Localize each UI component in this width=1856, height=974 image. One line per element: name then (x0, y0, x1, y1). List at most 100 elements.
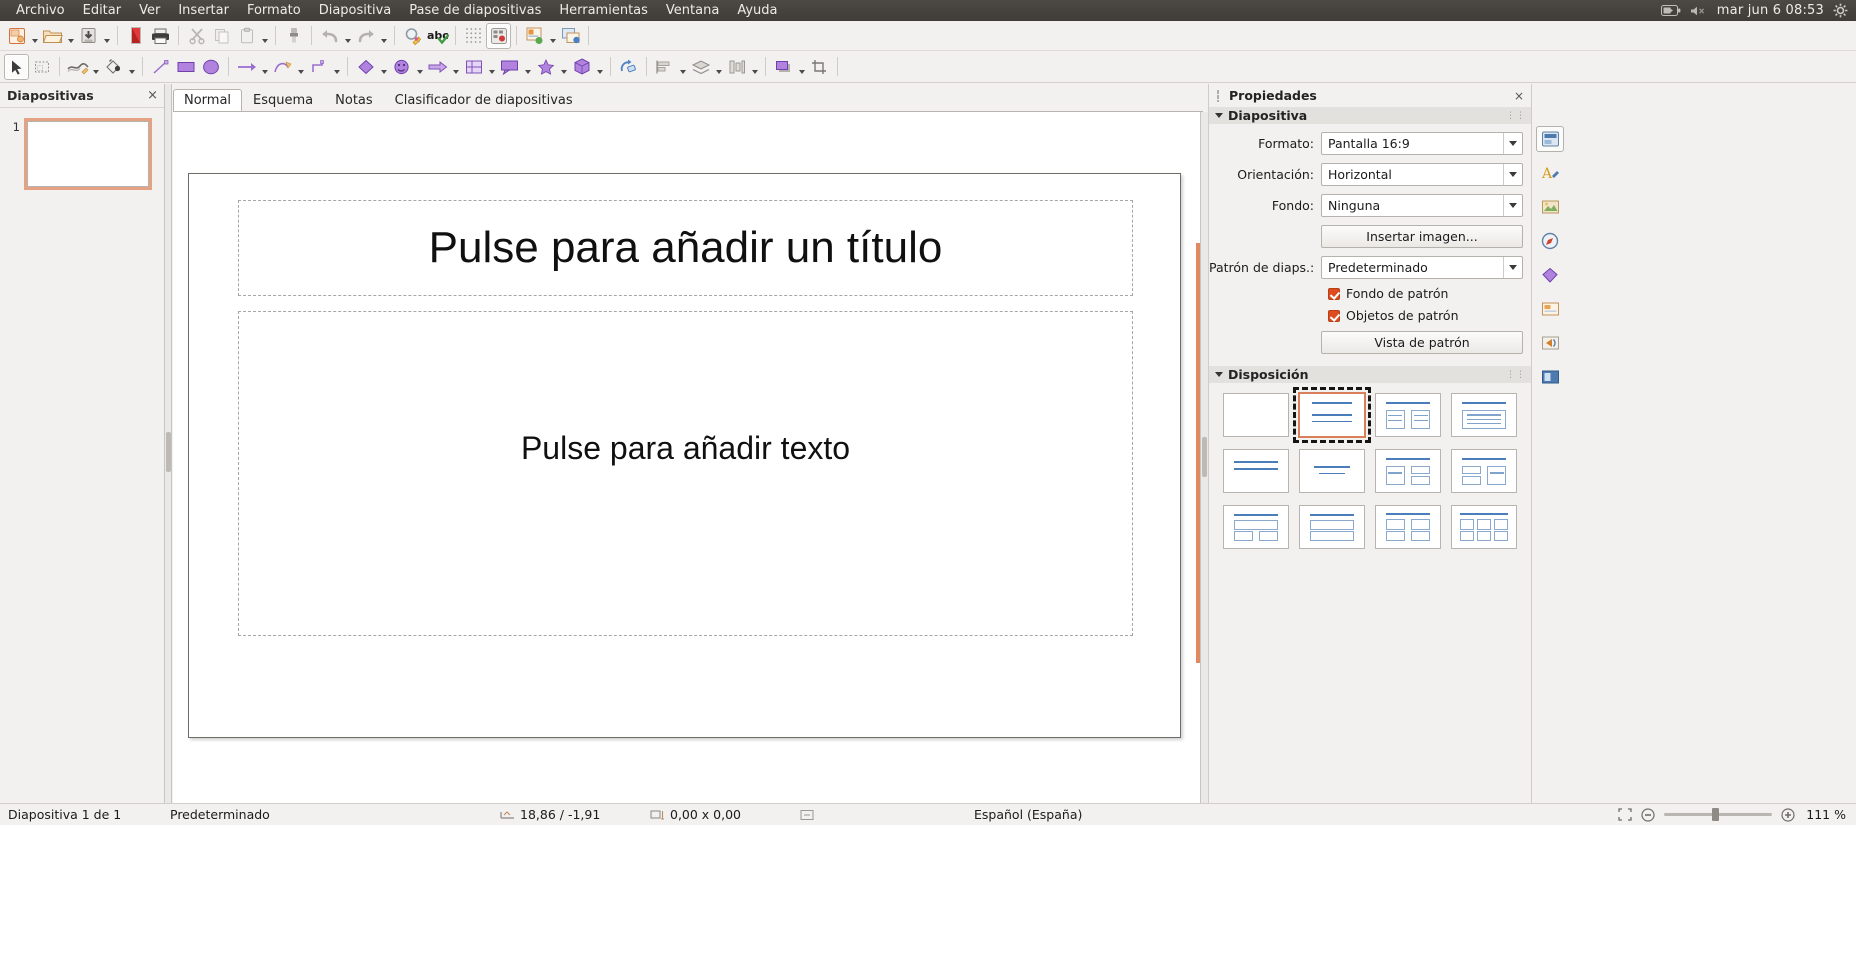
list-item[interactable]: 1 (8, 118, 164, 190)
chevron-down-icon[interactable] (1503, 257, 1522, 278)
layout-centered-text[interactable] (1223, 449, 1289, 493)
pdf-icon[interactable] (123, 23, 148, 49)
basic-shapes-icon[interactable] (353, 54, 378, 80)
layout-title-centered[interactable] (1299, 449, 1365, 493)
grid-dots-icon[interactable] (461, 23, 486, 49)
new-presentation-icon[interactable] (4, 23, 29, 49)
3d-objects-dropdown[interactable] (594, 54, 605, 80)
align-icon[interactable] (652, 54, 677, 80)
shapes-panel-icon[interactable] (1536, 262, 1564, 288)
insert-image-button[interactable]: Insertar imagen... (1321, 225, 1523, 248)
callouts-dropdown[interactable] (522, 54, 533, 80)
checkbox-checked-icon[interactable] (1328, 309, 1340, 322)
layout-four-content[interactable] (1375, 505, 1441, 549)
folder-open-icon[interactable] (40, 23, 65, 49)
redo-dropdown[interactable] (378, 23, 389, 49)
rectangle-icon[interactable] (173, 54, 198, 80)
layout-two-content-left-split[interactable] (1451, 449, 1517, 493)
volume-muted-icon[interactable] (1690, 5, 1708, 17)
zoom-rect-icon[interactable]: ⬚ (29, 54, 54, 80)
chevron-down-icon[interactable] (1503, 195, 1522, 216)
line-icon[interactable] (148, 54, 173, 80)
paintbrush-icon[interactable] (281, 23, 306, 49)
slide-transition-icon[interactable] (1536, 364, 1564, 390)
line-style-icon[interactable] (65, 54, 90, 80)
zoom-in-button[interactable] (1781, 807, 1795, 822)
layout-stacked-rows[interactable] (1299, 505, 1365, 549)
smiley-shape-icon[interactable] (389, 54, 414, 80)
line-style-dropdown[interactable] (90, 54, 101, 80)
block-arrow-icon[interactable] (425, 54, 450, 80)
tab-normal[interactable]: Normal (173, 89, 243, 112)
undo-arrow-icon[interactable] (317, 23, 342, 49)
system-gear-icon[interactable] (1833, 3, 1848, 18)
layout-six-content[interactable] (1451, 505, 1517, 549)
layout-two-content-right-split[interactable] (1375, 449, 1441, 493)
layout-content-over-two[interactable] (1223, 505, 1289, 549)
sidebar-grip-icon[interactable] (1215, 89, 1222, 103)
zoom-percentage[interactable]: 111 % (1804, 807, 1846, 822)
menu-herramientas[interactable]: Herramientas (550, 0, 657, 21)
redo-arrow-icon[interactable] (353, 23, 378, 49)
sidebar-close-icon[interactable]: × (1514, 89, 1527, 103)
layout-title-only[interactable] (1451, 393, 1517, 437)
menu-ventana[interactable]: Ventana (657, 0, 728, 21)
curve-icon[interactable] (270, 54, 295, 80)
slide-grid-icon[interactable] (486, 22, 511, 49)
paste-dropdown[interactable] (259, 23, 270, 49)
distribute-columns-icon[interactable] (724, 54, 749, 80)
distribute-dropdown[interactable] (749, 54, 760, 80)
fill-bucket-icon[interactable] (101, 54, 126, 80)
copy-icon[interactable] (209, 23, 234, 49)
status-master-name[interactable]: Predeterminado (170, 807, 500, 822)
animation-icon[interactable] (1536, 330, 1564, 356)
basic-shapes-dropdown[interactable] (378, 54, 389, 80)
status-language[interactable]: Español (España) (974, 807, 1082, 822)
magnifier-pencil-icon[interactable] (400, 23, 425, 49)
content-placeholder[interactable]: Pulse para añadir texto (238, 311, 1133, 636)
shadow-icon[interactable] (771, 54, 796, 80)
clock[interactable]: mar jun 6 08:53 (1717, 3, 1824, 18)
gallery-icon[interactable] (1536, 194, 1564, 220)
layout-blank[interactable] (1223, 393, 1289, 437)
splitter-grip-right[interactable] (1202, 437, 1207, 477)
scissors-icon[interactable] (184, 23, 209, 49)
master-view-button[interactable]: Vista de patrón (1321, 331, 1523, 354)
layout-title-content[interactable] (1293, 387, 1371, 443)
chevron-down-icon[interactable] (1503, 164, 1522, 185)
master-objects-checkbox-row[interactable]: Objetos de patrón (1209, 308, 1531, 323)
cube-3d-icon[interactable] (569, 54, 594, 80)
slide-format-combo[interactable]: Pantalla 16:9 (1321, 132, 1523, 155)
master-slides-icon[interactable] (1536, 296, 1564, 322)
block-arrows-dropdown[interactable] (450, 54, 461, 80)
star-shape-icon[interactable] (533, 54, 558, 80)
battery-icon[interactable] (1660, 5, 1681, 16)
open-dropdown[interactable] (65, 23, 76, 49)
tab-esquema[interactable]: Esquema (242, 89, 324, 112)
ellipse-icon[interactable] (198, 54, 223, 80)
splitter-grip[interactable] (166, 432, 171, 472)
menu-archivo[interactable]: Archivo (7, 0, 74, 21)
clipboard-icon[interactable] (234, 23, 259, 49)
slideshow-dropdown[interactable] (547, 23, 558, 49)
arrows-dropdown[interactable] (259, 54, 270, 80)
zoom-out-button[interactable] (1641, 807, 1655, 822)
arrange-stack-icon[interactable] (688, 54, 713, 80)
tab-clasificador-de-diapositivas[interactable]: Clasificador de diapositivas (384, 89, 584, 112)
master-background-checkbox-row[interactable]: Fondo de patrón (1209, 286, 1531, 301)
slide-surface[interactable]: Pulse para añadir un título Pulse para a… (188, 173, 1181, 738)
arrange-dropdown[interactable] (713, 54, 724, 80)
shadow-dropdown[interactable] (796, 54, 807, 80)
new-presentation-dropdown[interactable] (29, 23, 40, 49)
save-dropdown[interactable] (101, 23, 112, 49)
curves-dropdown[interactable] (295, 54, 306, 80)
chevron-down-icon[interactable] (1215, 113, 1223, 118)
layout-title-two-content[interactable] (1375, 393, 1441, 437)
stars-dropdown[interactable] (558, 54, 569, 80)
close-icon[interactable]: × (147, 89, 158, 102)
menu-ayuda[interactable]: Ayuda (728, 0, 786, 21)
fill-color-dropdown[interactable] (126, 54, 137, 80)
checkbox-checked-icon[interactable] (1328, 287, 1340, 300)
menu-pase-de-diapositivas[interactable]: Pase de diapositivas (400, 0, 550, 21)
symbol-shapes-dropdown[interactable] (414, 54, 425, 80)
